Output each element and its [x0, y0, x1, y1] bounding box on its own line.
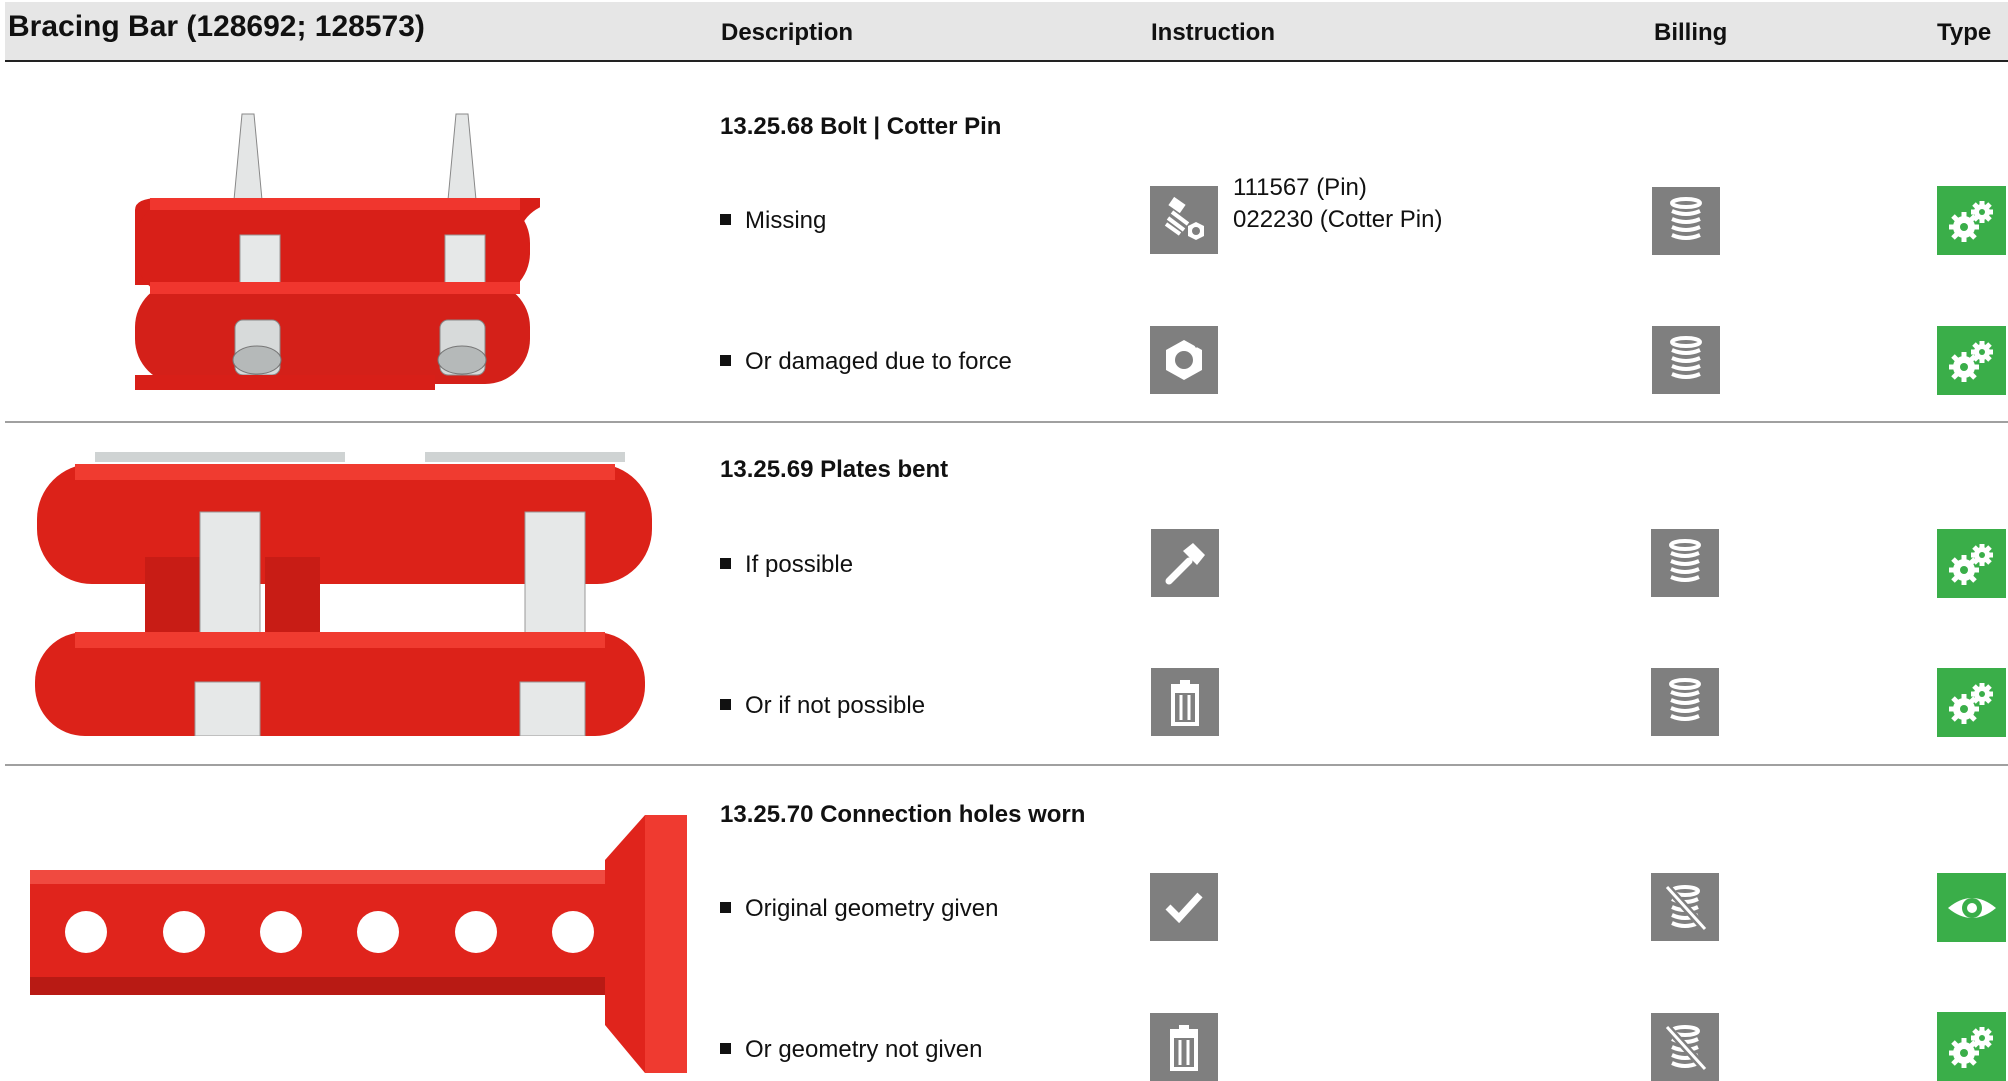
trash-icon	[1151, 668, 1219, 736]
item-label: Or geometry not given	[745, 1036, 983, 1063]
coin-stack-icon	[1651, 529, 1719, 597]
list-item: Original geometry given	[720, 895, 998, 923]
section-title: 13.25.68 Bolt | Cotter Pin	[720, 113, 1002, 140]
column-header-description: Description	[721, 19, 854, 46]
damaged-nut-icon	[1150, 326, 1218, 394]
no-charge-icon	[1651, 1013, 1719, 1081]
item-label: Or if not possible	[745, 692, 926, 719]
coin-stack-icon	[1651, 668, 1719, 736]
coin-stack-icon	[1652, 326, 1720, 394]
section-divider	[5, 421, 2008, 423]
column-header-instruction: Instruction	[1151, 19, 1275, 46]
bullet-icon	[720, 699, 731, 710]
item-label: Or damaged due to force	[745, 348, 1012, 375]
section-title: 13.25.69 Plates bent	[720, 456, 949, 483]
table-header: Bracing Bar (128692; 128573) Description…	[5, 2, 2008, 62]
gears-icon	[1937, 326, 2006, 395]
page-title: Bracing Bar (128692; 128573)	[8, 10, 425, 43]
list-item: Missing	[720, 207, 826, 235]
bullet-icon	[720, 1043, 731, 1054]
list-item: Or geometry not given	[720, 1036, 982, 1064]
bent-plates-illustration	[35, 452, 652, 736]
checkmark-icon	[1150, 873, 1218, 941]
item-label: If possible	[745, 551, 854, 578]
gears-icon	[1937, 1012, 2006, 1081]
bullet-icon	[720, 902, 731, 913]
column-header-type: Type	[1937, 19, 1992, 46]
eye-icon	[1937, 873, 2006, 942]
bracing-bar-pins-illustration	[135, 113, 540, 390]
gears-icon	[1937, 529, 2006, 598]
bullet-icon	[720, 355, 731, 366]
trash-icon	[1150, 1013, 1218, 1081]
section-divider	[5, 764, 2008, 766]
hammer-icon	[1151, 529, 1219, 597]
bullet-icon	[720, 214, 731, 225]
part-number-note: 111567 (Pin) 022230 (Cotter Pin)	[1233, 172, 1442, 236]
gears-icon	[1937, 668, 2006, 737]
column-header-billing: Billing	[1654, 19, 1728, 46]
item-label: Original geometry given	[745, 895, 999, 922]
gears-icon	[1937, 186, 2006, 255]
no-charge-icon	[1651, 873, 1719, 941]
bullet-icon	[720, 558, 731, 569]
coin-stack-icon	[1652, 187, 1720, 255]
perforated-bar-illustration	[30, 815, 687, 1073]
part-number-pin: 111567 (Pin)	[1233, 174, 1367, 201]
list-item: If possible	[720, 551, 853, 579]
list-item: Or if not possible	[720, 692, 925, 720]
list-item: Or damaged due to force	[720, 348, 1012, 376]
section-title: 13.25.70 Connection holes worn	[720, 801, 1086, 828]
item-label: Missing	[745, 207, 827, 234]
bolt-nut-icon	[1150, 186, 1218, 254]
part-number-cotter-pin: 022230 (Cotter Pin)	[1233, 206, 1443, 233]
